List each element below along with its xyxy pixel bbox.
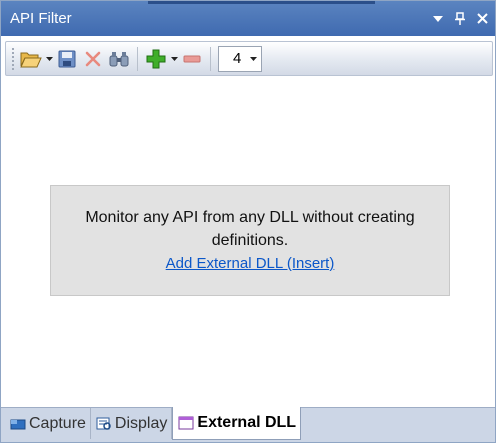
find-button[interactable] <box>106 46 132 72</box>
add-button[interactable] <box>143 46 169 72</box>
delete-button[interactable] <box>80 46 106 72</box>
tab-display-label: Display <box>114 414 168 432</box>
delete-icon <box>85 51 101 66</box>
tab-bar: Capture Display External DLL <box>1 407 495 442</box>
content-area: Monitor any API from any DLL without cre… <box>1 79 495 407</box>
toolbar-separator <box>137 46 138 71</box>
depth-combo-arrow[interactable] <box>245 47 261 71</box>
chevron-down-icon <box>433 15 443 22</box>
panel-menu-button[interactable] <box>429 10 447 28</box>
display-icon <box>95 417 113 431</box>
chevron-down-icon <box>249 56 257 61</box>
api-filter-panel: API Filter 4 Monitor any API from any DL… <box>0 0 496 443</box>
add-external-dll-link[interactable]: Add External DLL (Insert) <box>166 255 335 272</box>
tab-capture[interactable]: Capture <box>5 408 91 439</box>
open-dropdown[interactable] <box>44 46 54 72</box>
save-button[interactable] <box>54 46 80 72</box>
close-button[interactable] <box>473 10 491 28</box>
chevron-down-icon <box>170 56 178 61</box>
open-button[interactable] <box>18 46 44 72</box>
depth-combo[interactable]: 4 <box>218 45 262 72</box>
tab-capture-label: Capture <box>29 414 86 432</box>
title-bar: API Filter <box>1 1 495 36</box>
pin-button[interactable] <box>451 10 469 28</box>
chevron-down-icon <box>45 56 53 61</box>
pin-icon <box>455 11 465 25</box>
remove-button[interactable] <box>179 46 205 72</box>
tab-external-dll-label: External DLL <box>197 414 297 431</box>
panel-title: API Filter <box>10 10 72 27</box>
capture-icon <box>9 417 27 431</box>
folder-open-icon <box>20 52 42 67</box>
window-icon <box>177 416 195 430</box>
binoculars-icon <box>109 51 129 66</box>
minus-icon <box>183 55 201 62</box>
plus-icon <box>146 49 166 68</box>
tab-external-dll[interactable]: External DLL <box>172 407 302 440</box>
add-dropdown[interactable] <box>169 46 179 72</box>
title-accent <box>148 1 375 4</box>
depth-combo-value: 4 <box>233 50 242 67</box>
close-icon <box>476 13 488 24</box>
tab-display[interactable]: Display <box>91 408 173 439</box>
toolbar-separator <box>210 46 211 71</box>
save-icon <box>58 50 76 67</box>
info-box: Monitor any API from any DLL without cre… <box>50 185 450 296</box>
toolbar-grip[interactable] <box>12 47 15 70</box>
toolbar: 4 <box>5 41 493 76</box>
info-message: Monitor any API from any DLL without cre… <box>85 209 415 249</box>
